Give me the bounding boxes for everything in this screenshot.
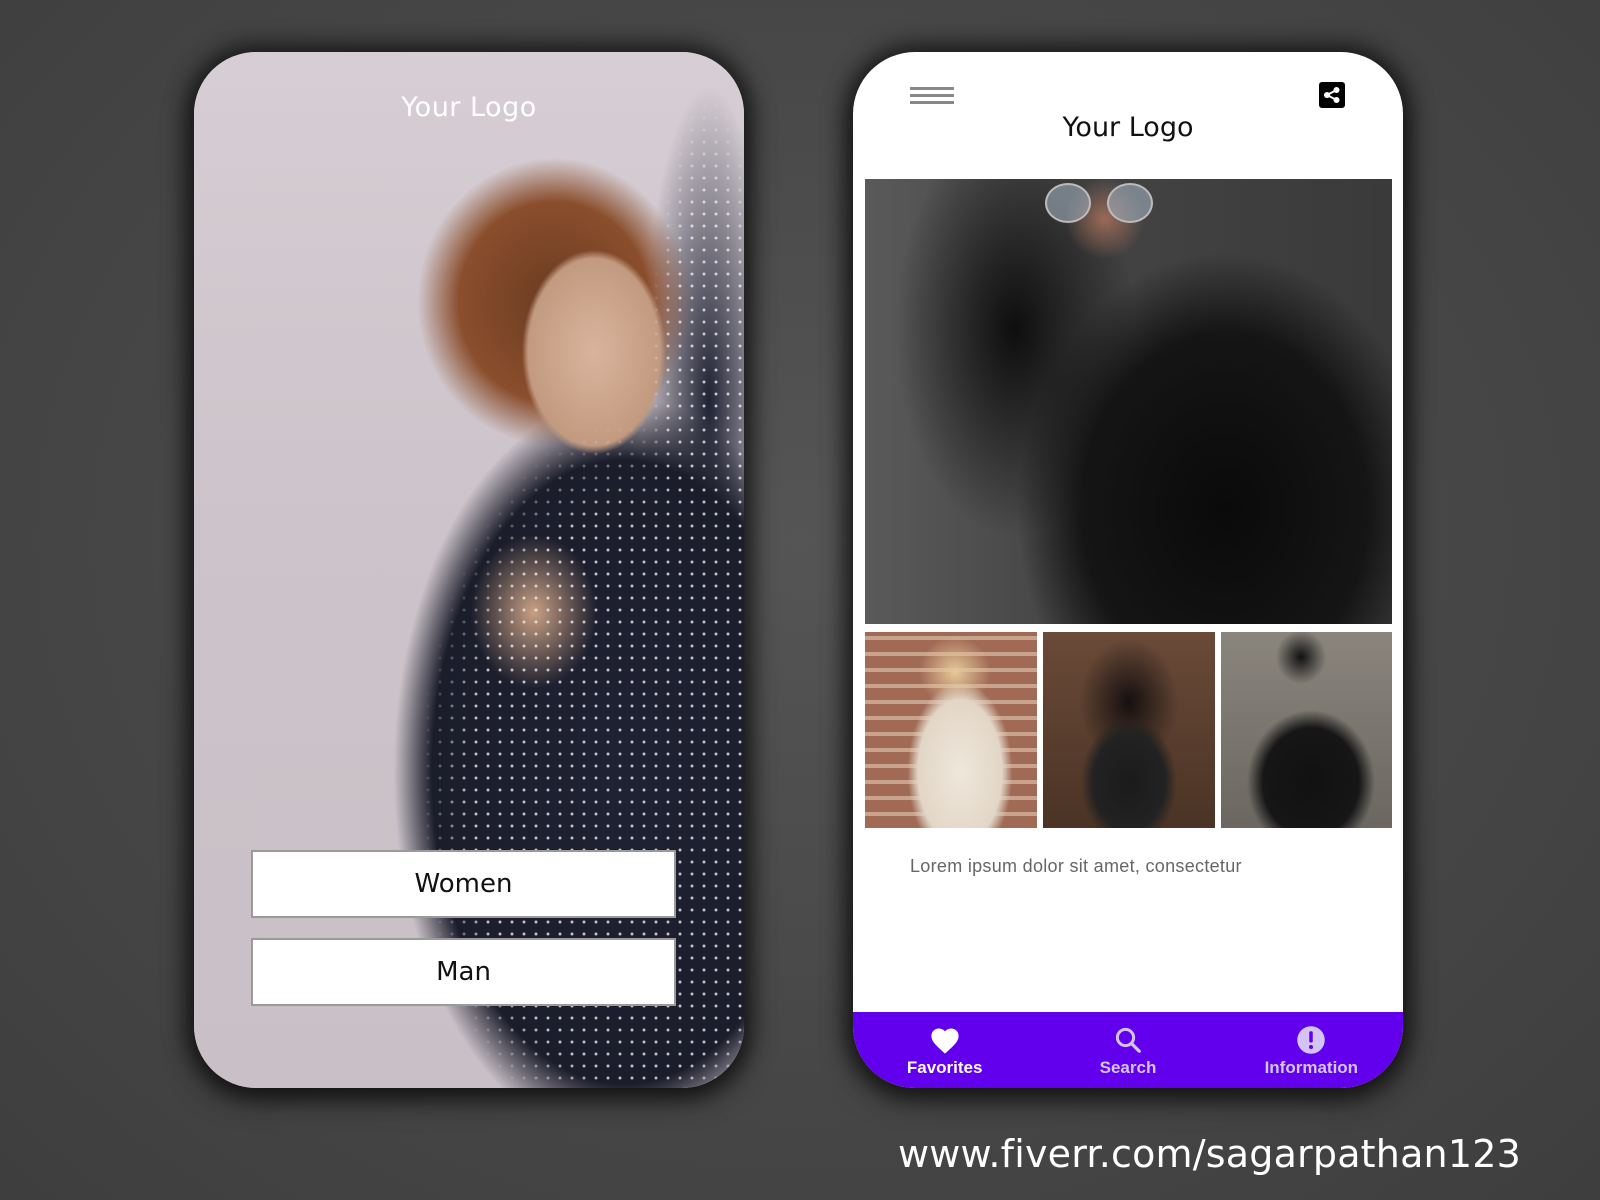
hero-photo[interactable] xyxy=(865,179,1392,624)
hero-photo-pattern xyxy=(194,52,744,1088)
nav-favorites[interactable]: Favorites xyxy=(853,1012,1036,1088)
description-text: Lorem ipsum dolor sit amet, consectetur xyxy=(910,856,1242,876)
bottom-navigation: Favorites Search Information xyxy=(853,1012,1403,1088)
gallery-thumbnail[interactable] xyxy=(1221,632,1392,828)
nav-information[interactable]: Information xyxy=(1220,1012,1403,1088)
app-logo: Your Logo xyxy=(401,92,537,123)
women-button[interactable]: Women xyxy=(251,850,676,918)
nav-label: Favorites xyxy=(906,1057,983,1077)
gallery-thumbnail[interactable] xyxy=(865,632,1037,828)
phone-welcome-screen: Your Logo Women Man xyxy=(194,52,744,1088)
info-icon xyxy=(1297,1025,1326,1054)
phone-gallery-screen: Your Logo Lorem ipsum dolor sit amet, co… xyxy=(853,52,1403,1088)
search-icon xyxy=(1115,1027,1141,1053)
gallery-thumbnail[interactable] xyxy=(1043,632,1215,828)
nav-label: Search xyxy=(1099,1057,1157,1077)
man-button[interactable]: Man xyxy=(251,938,676,1006)
nav-label: Information xyxy=(1264,1057,1359,1077)
app-logo: Your Logo xyxy=(1062,112,1194,143)
footer-url: www.fiverr.com/sagarpathan123 xyxy=(898,1132,1521,1176)
hamburger-menu-icon[interactable] xyxy=(910,87,954,104)
sunglasses xyxy=(1037,183,1157,223)
nav-search[interactable]: Search xyxy=(1036,1012,1219,1088)
share-icon[interactable] xyxy=(1319,82,1345,108)
heart-icon xyxy=(931,1028,959,1054)
